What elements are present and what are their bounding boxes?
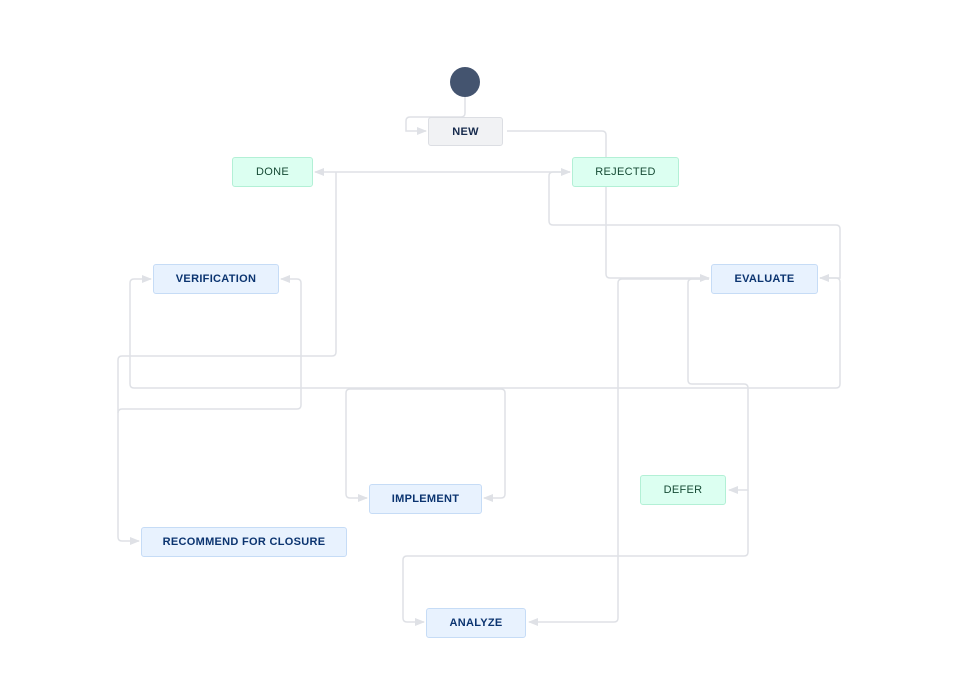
status-analyze[interactable]: ANALYZE: [426, 608, 526, 638]
edge-to-defer[interactable]: [687, 278, 749, 494]
status-label: DONE: [256, 166, 289, 178]
status-implement[interactable]: IMPLEMENT: [369, 484, 482, 514]
status-label: VERIFICATION: [175, 273, 257, 285]
start-node[interactable]: [450, 67, 480, 97]
edge-to-evaluate-right[interactable]: [548, 171, 841, 282]
status-recommend-for-closure[interactable]: RECOMMEND FOR CLOSURE: [141, 527, 347, 557]
status-new[interactable]: NEW: [428, 117, 503, 146]
edge-new-to-evaluate[interactable]: [507, 130, 710, 282]
edge-to-verification-right[interactable]: [117, 275, 302, 414]
status-label: IMPLEMENT: [391, 493, 460, 505]
status-label: DEFER: [663, 484, 703, 496]
status-rejected[interactable]: REJECTED: [572, 157, 679, 187]
edge-to-verification-left[interactable]: [129, 275, 841, 389]
status-label: REJECTED: [595, 166, 656, 178]
status-verification[interactable]: VERIFICATION: [153, 264, 279, 294]
status-evaluate[interactable]: EVALUATE: [711, 264, 818, 294]
status-done[interactable]: DONE: [232, 157, 313, 187]
status-defer[interactable]: DEFER: [640, 475, 726, 505]
status-label: EVALUATE: [734, 273, 795, 285]
status-label: ANALYZE: [449, 617, 503, 629]
edge-to-recommend[interactable]: [117, 172, 337, 545]
edge-to-implement-right[interactable]: [420, 388, 506, 502]
status-label: NEW: [452, 125, 479, 138]
transition-lines: [117, 97, 841, 626]
status-label: RECOMMEND FOR CLOSURE: [162, 536, 326, 548]
edge-to-implement-left[interactable]: [345, 388, 420, 502]
edge-to-analyze-right[interactable]: [528, 278, 709, 626]
